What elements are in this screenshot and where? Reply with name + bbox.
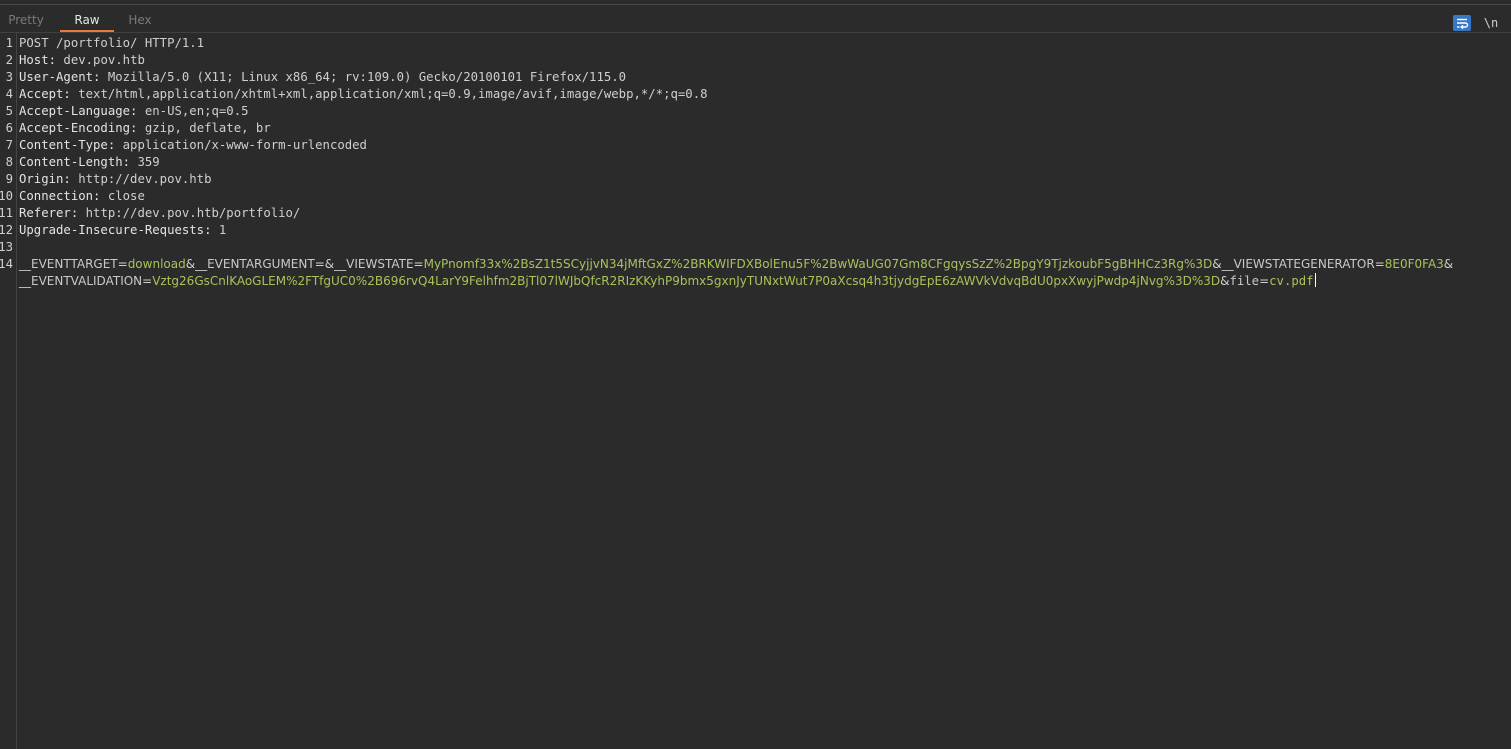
header-value: http://dev.pov.htb [70,172,212,186]
request-line: POST /portfolio/ HTTP/1.1 [19,36,205,50]
header-line: Accept-Encoding: gzip, deflate, br [19,120,271,137]
header-name: Upgrade-Insecure-Requests: [19,223,212,237]
body-line-wrapped: __EVENTVALIDATION=Vztg26GsCnlKAoGLEM%2FT… [19,273,1316,288]
tab-pretty[interactable]: Pretty [0,5,52,32]
line-number: 5 [5,104,13,118]
raw-editor[interactable]: 1 2 3 4 5 6 7 8 9 10 11 12 13 14 POST /p… [0,33,1511,749]
header-line: Accept-Language: en-US,en;q=0.5 [19,103,249,120]
header-value: close [100,189,145,203]
line-number: 3 [5,70,13,84]
header-name: Content-Length: [19,155,131,169]
show-newlines-toggle[interactable]: \n [1481,14,1501,32]
header-value: en-US,en;q=0.5 [137,104,249,118]
header-name: Accept: [19,87,71,101]
param-value-eventtarget: download [127,257,186,271]
param-value-eventvalidation: Vztg26GsCnlKAoGLEM%2FTfgUC0%2B696rvQ4Lar… [152,274,1221,288]
param-key-eventargument: __EVENTARGUMENT [195,257,315,271]
line-number: 2 [5,53,13,67]
wrap-lines-icon [1453,15,1471,31]
header-line: Referer: http://dev.pov.htb/portfolio/ [19,205,300,222]
line-number: 12 [0,223,13,237]
view-tabbar: Pretty Raw Hex \n [0,5,1511,33]
line-number: 7 [5,138,13,152]
header-value: Mozilla/5.0 (X11; Linux x86_64; rv:109.0… [100,70,627,84]
line-number: 14 [0,257,13,271]
line-number: 8 [5,155,13,169]
header-value: application/x-www-form-urlencoded [115,138,367,152]
header-value: 359 [130,155,160,169]
line-number: 9 [5,172,13,186]
param-value-viewstategenerator: 8E0F0FA3 [1384,257,1444,271]
header-value: http://dev.pov.htb/portfolio/ [78,206,301,220]
header-name: Accept-Encoding: [19,121,138,135]
line-number: 11 [0,206,13,220]
tab-raw[interactable]: Raw [60,5,114,32]
header-line: Content-Length: 359 [19,154,160,171]
header-line: Connection: close [19,188,145,205]
line-number: 6 [5,121,13,135]
header-name: User-Agent: [19,70,101,84]
param-key-viewstategenerator: __VIEWSTATEGENERATOR [1221,257,1375,271]
header-line: Host: dev.pov.htb [19,52,145,69]
header-name: Content-Type: [19,138,116,152]
line-number: 4 [5,87,13,101]
tab-hex[interactable]: Hex [121,5,159,32]
line-number: 10 [0,189,13,203]
body-line: __EVENTTARGET=download&__EVENTARGUMENT=&… [19,257,1454,271]
header-line: Content-Type: application/x-www-form-url… [19,137,367,154]
param-key-eventvalidation: __EVENTVALIDATION [19,274,143,288]
header-name: Host: [19,53,57,67]
line-number-gutter: 1 2 3 4 5 6 7 8 9 10 11 12 13 14 [0,33,17,749]
header-line: Upgrade-Insecure-Requests: 1 [19,222,226,239]
http-message-editor: Pretty Raw Hex \n 1 2 3 4 5 6 7 8 9 10 1… [0,0,1511,749]
param-value-file: cv.pdf [1269,274,1314,288]
text-caret [1314,273,1316,287]
param-key-file: file [1229,274,1260,288]
header-name: Accept-Language: [19,104,138,118]
header-line: Accept: text/html,application/xhtml+xml,… [19,86,708,103]
header-name: Origin: [19,172,71,186]
param-key-viewstate: __VIEWSTATE [334,257,414,271]
header-line: User-Agent: Mozilla/5.0 (X11; Linux x86_… [19,69,626,86]
header-name: Referer: [19,206,79,220]
line-number: 1 [5,36,13,50]
header-value: text/html,application/xhtml+xml,applicat… [70,87,708,101]
wrap-lines-toggle[interactable] [1453,15,1471,31]
param-key-eventtarget: __EVENTTARGET [19,257,118,271]
header-value: gzip, deflate, br [137,121,271,135]
header-value: 1 [211,223,227,237]
header-value: dev.pov.htb [56,53,145,67]
line-number: 13 [0,240,13,254]
param-value-viewstate: MyPnomf33x%2BsZ1t5SCyjjvN34jMftGxZ%2BRKW… [423,257,1213,271]
header-line: Origin: http://dev.pov.htb [19,171,212,188]
header-name: Connection: [19,189,101,203]
